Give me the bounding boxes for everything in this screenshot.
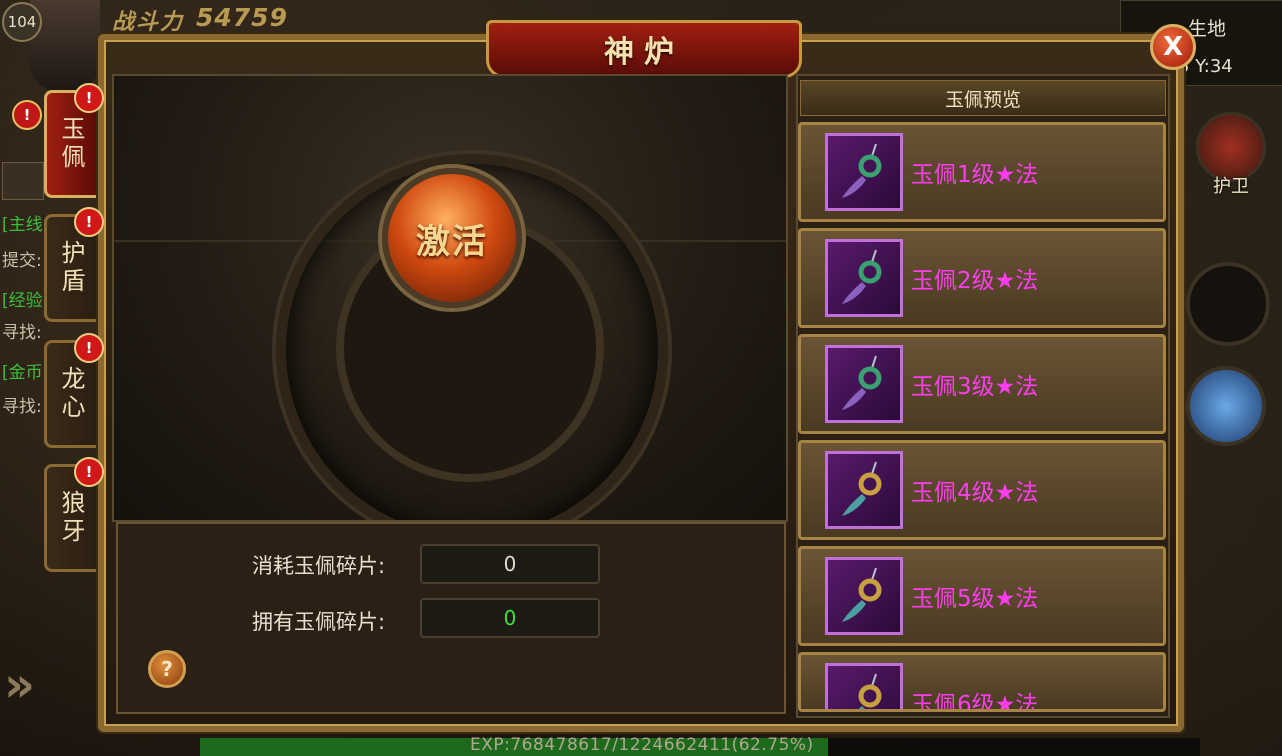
jade-pendant-icon <box>825 557 903 635</box>
preview-item-name: 玉佩2级★法 <box>911 268 1039 294</box>
activate-button[interactable]: 激活 <box>382 168 522 308</box>
preview-item[interactable]: 玉佩4级★法 <box>798 440 1166 540</box>
preview-item[interactable]: 玉佩5级★法 <box>798 546 1166 646</box>
exp-text: EXP:768478617/1224662411(62.75%) <box>470 735 814 755</box>
expand-arrow-icon[interactable]: » <box>4 650 54 720</box>
quest-line[interactable]: [经验 <box>2 286 43 311</box>
jade-pendant-icon <box>825 451 903 529</box>
tab-wolf-fang[interactable]: 狼牙 ! <box>44 457 104 572</box>
jade-pendant-icon <box>825 239 903 317</box>
owned-value-field: 0 <box>420 598 600 638</box>
quest-line[interactable]: 提交: <box>2 246 42 271</box>
preview-item-name: 玉佩3级★法 <box>911 374 1039 400</box>
tab-label: 玉佩 <box>57 116 85 172</box>
tab-jade-pendant[interactable]: 玉佩 ! <box>44 83 104 198</box>
quest-line[interactable]: [金币 <box>2 358 43 383</box>
skill-slot-button[interactable] <box>1186 262 1270 346</box>
tab-label: 狼牙 <box>57 490 85 546</box>
tab-shield[interactable]: 护盾 ! <box>44 207 104 322</box>
alert-icon: ! <box>74 333 104 363</box>
power-value: 54759 <box>196 3 288 32</box>
dialog-title-plate: 神炉 <box>486 20 802 78</box>
alert-icon: ! <box>74 83 104 113</box>
alert-icon: ! <box>74 207 104 237</box>
preview-item-name: 玉佩1级★法 <box>911 162 1039 188</box>
guard-label: 护卫 <box>1213 176 1249 197</box>
help-button[interactable]: ? <box>148 650 186 688</box>
quest-line[interactable]: 寻找: <box>2 392 42 417</box>
quest-line[interactable]: [主线 <box>2 210 43 235</box>
owned-label: 拥有玉佩碎片: <box>252 610 386 634</box>
quest-toggle-button[interactable] <box>2 162 44 200</box>
level-badge: 104 <box>2 2 42 42</box>
preview-item-name: 玉佩6级★法 <box>911 692 1039 712</box>
hud-alert-icon[interactable]: ! <box>12 100 42 130</box>
tab-dragon-heart[interactable]: 龙心 ! <box>44 333 104 448</box>
jade-pendant-icon <box>825 663 903 709</box>
preview-item[interactable]: 玉佩1级★法 <box>798 122 1166 222</box>
preview-item[interactable]: 玉佩6级★法 <box>798 652 1166 712</box>
jade-pendant-icon <box>825 133 903 211</box>
preview-item[interactable]: 玉佩2级★法 <box>798 228 1166 328</box>
lightning-skill-button[interactable] <box>1186 366 1266 446</box>
consume-label: 消耗玉佩碎片: <box>252 554 386 578</box>
activate-label: 激活 <box>416 221 488 262</box>
guard-button[interactable]: 护卫 <box>1194 112 1268 197</box>
consume-value-field: 0 <box>420 544 600 584</box>
preview-item[interactable]: 玉佩3级★法 <box>798 334 1166 434</box>
tab-label: 护盾 <box>57 240 85 296</box>
dialog-title: 神炉 <box>604 35 684 70</box>
preview-title: 玉佩预览 <box>800 80 1166 116</box>
tab-label: 龙心 <box>57 366 85 422</box>
close-button[interactable]: X <box>1150 24 1196 70</box>
quest-line[interactable]: 寻找: <box>2 318 42 343</box>
alert-icon: ! <box>74 457 104 487</box>
preview-item-name: 玉佩5级★法 <box>911 586 1039 612</box>
power-label: 战斗力 <box>112 10 185 35</box>
jade-pendant-icon <box>825 345 903 423</box>
preview-item-name: 玉佩4级★法 <box>911 480 1039 506</box>
